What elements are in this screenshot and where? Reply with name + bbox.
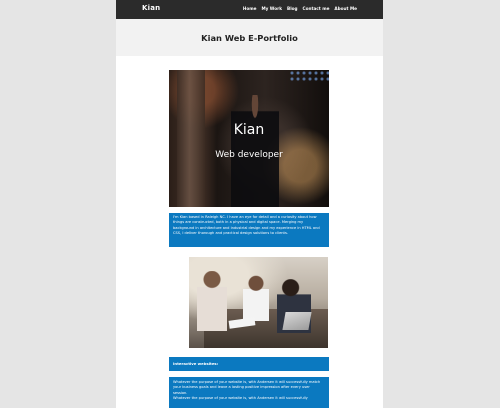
office-meeting-photo — [189, 257, 328, 348]
hero-photo: Kian Web developer — [169, 70, 329, 207]
section-paragraph: Whatever the purpose of your website is,… — [173, 380, 321, 395]
page-title: Kian Web E-Portfolio — [201, 33, 298, 43]
hero-name: Kian — [233, 122, 265, 138]
section-paragraph: Whatever the purpose of your website is,… — [173, 396, 308, 401]
photo-pillar — [177, 70, 205, 207]
title-band: Kian Web E-Portfolio — [116, 19, 383, 56]
hero-role: Web developer — [215, 150, 283, 160]
brand-logo-link[interactable]: Kian — [142, 4, 160, 12]
portfolio-page: Kian Home My Work Blog Contact me About … — [116, 0, 383, 408]
main-nav: Home My Work Blog Contact me About Me — [243, 6, 357, 11]
photo-laptop — [282, 312, 312, 330]
photo-person-middle — [243, 275, 269, 321]
section-heading: Interactive websites: — [169, 357, 329, 371]
nav-blog-link[interactable]: Blog — [287, 6, 298, 11]
intro-text: I'm Kian based in Raleigh NC. I have an … — [169, 213, 329, 247]
top-navbar: Kian Home My Work Blog Contact me About … — [116, 0, 383, 19]
section-body: Whatever the purpose of your website is,… — [169, 377, 329, 408]
photo-lights — [289, 70, 329, 82]
photo-person-left — [197, 271, 227, 331]
nav-about-link[interactable]: About Me — [334, 6, 357, 11]
nav-home-link[interactable]: Home — [243, 6, 257, 11]
nav-my-work-link[interactable]: My Work — [261, 6, 282, 11]
nav-contact-link[interactable]: Contact me — [303, 6, 330, 11]
